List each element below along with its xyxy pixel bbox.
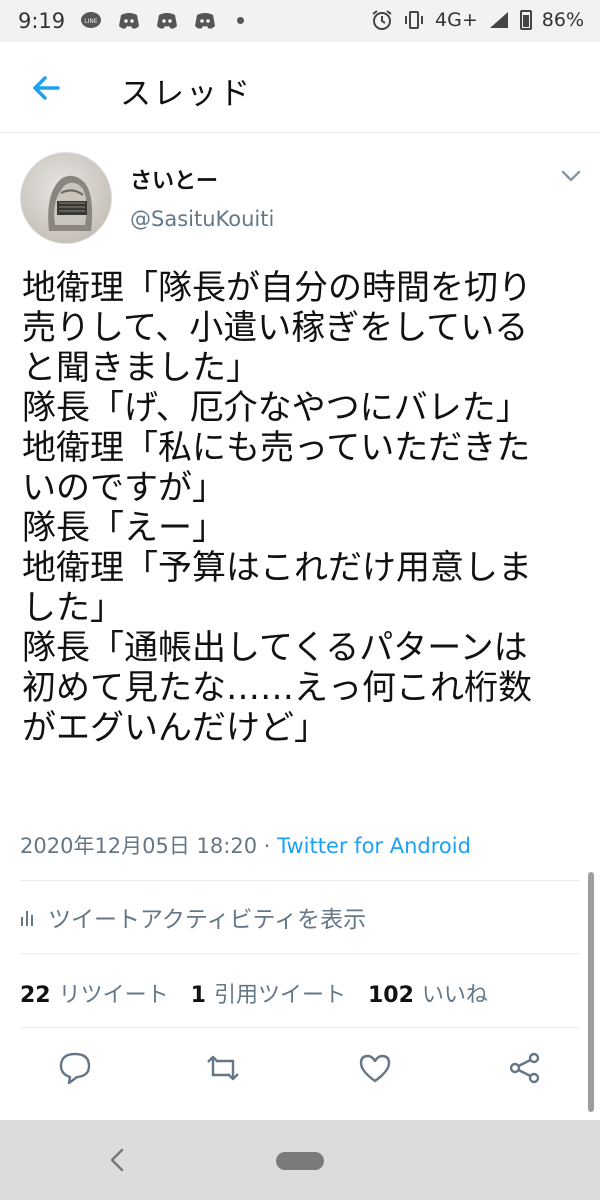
tweet-line: がエグいんだけど」 — [22, 708, 328, 748]
battery-icon — [519, 10, 532, 30]
retweet-icon[interactable] — [204, 1049, 242, 1087]
likes-label: いいね — [421, 983, 488, 1008]
tweet-activity-label: ツイートアクティビティを表示 — [48, 907, 367, 933]
avatar[interactable] — [20, 152, 112, 244]
app-header: スレッド — [0, 42, 600, 133]
tweet-line: 初めて見たな……えっ何これ桁数 — [22, 668, 532, 708]
tweet-line: と聞きました」 — [22, 348, 260, 388]
status-time: 9:19 — [18, 9, 66, 33]
tweet-activity-link[interactable]: ツイートアクティビティを表示 — [20, 900, 366, 934]
reply-icon[interactable] — [56, 1049, 94, 1087]
battery-level: 86% — [541, 9, 584, 31]
scrollbar[interactable] — [588, 872, 594, 1112]
tweet-stats: 22 リツイート 1 引用ツイート 102 いいね — [20, 977, 488, 1009]
tweet-meta: 2020年12月05日 18:20 · Twitter for Android — [20, 830, 471, 860]
network-type: 4G+ — [435, 9, 478, 31]
quotes-label: 引用ツイート — [213, 983, 346, 1008]
divider — [20, 880, 580, 881]
tweet-line: 地衛理「隊長が自分の時間を切り — [22, 268, 532, 308]
like-icon[interactable] — [356, 1049, 394, 1087]
tweet-line: 地衛理「予算はこれだけ用意しま — [22, 548, 532, 588]
author-display-name[interactable]: さいとー — [130, 163, 218, 195]
retweets-label: リツイート — [58, 983, 169, 1008]
likes-count: 102 — [367, 983, 414, 1008]
tweet-timestamp[interactable]: 2020年12月05日 18:20 — [20, 834, 257, 858]
system-nav-bar — [0, 1120, 600, 1200]
bar-chart-icon — [21, 911, 33, 926]
nav-back-icon[interactable] — [106, 1146, 128, 1174]
notification-dot — [237, 17, 244, 24]
tweet-line: 売りして、小遣い稼ぎをしている — [22, 308, 529, 348]
divider — [20, 953, 580, 954]
discord-icon-2 — [157, 13, 177, 29]
vibrate-icon — [405, 11, 424, 29]
discord-icon — [119, 13, 139, 29]
likes-stat[interactable]: 102 いいね — [368, 977, 488, 1009]
share-icon[interactable] — [506, 1049, 544, 1087]
alarm-icon — [372, 10, 392, 30]
status-right-group: 4G+ 86% — [371, 9, 584, 31]
tweet-line: 隊長「通帳出してくるパターンは — [22, 628, 528, 668]
tweet-source[interactable]: Twitter for Android — [277, 834, 471, 858]
tweet-line: 隊長「えー」 — [22, 508, 226, 548]
divider — [20, 1027, 580, 1028]
retweets-stat[interactable]: 22 リツイート — [20, 977, 169, 1009]
tweet-text: 地衛理「隊長が自分の時間を切り 売りして、小遣い稼ぎをしている と聞きました」 … — [22, 268, 587, 748]
status-bar: 9:19 LINE 4G+ 86% — [0, 0, 600, 42]
line-app-icon: LINE — [81, 12, 101, 28]
quotes-stat[interactable]: 1 引用ツイート — [191, 977, 346, 1009]
page-title: スレッド — [120, 76, 252, 112]
back-arrow-icon[interactable] — [28, 70, 64, 106]
meta-separator: · — [257, 834, 278, 858]
tweet-line: 地衛理「私にも売っていただきた — [22, 428, 531, 468]
knight-helmet-image — [48, 175, 93, 231]
tweet-line: した」 — [22, 588, 124, 628]
retweets-count: 22 — [20, 983, 51, 1008]
tweet-line: 隊長「げ、厄介なやつにバレた」 — [22, 388, 530, 428]
home-pill[interactable] — [276, 1152, 324, 1170]
author-handle[interactable]: @SasituKouiti — [130, 207, 274, 231]
caret-down-icon[interactable] — [560, 168, 582, 184]
discord-icon-3 — [195, 13, 215, 29]
quotes-count: 1 — [190, 983, 206, 1008]
line-app-label: LINE — [84, 18, 98, 25]
signal-icon — [489, 12, 508, 28]
tweet-line: いのですが」 — [22, 468, 226, 508]
